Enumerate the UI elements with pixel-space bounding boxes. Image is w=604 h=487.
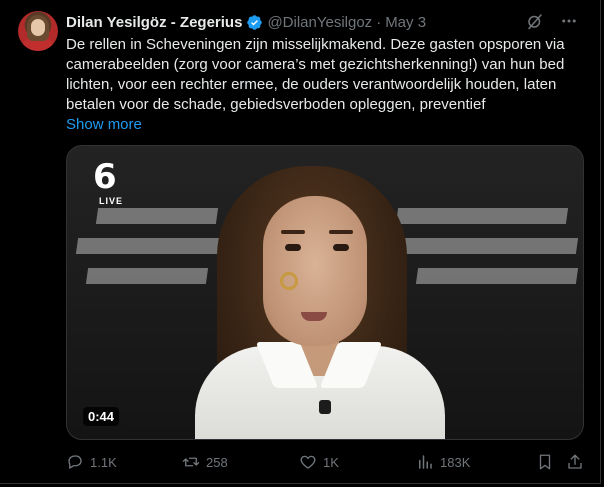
- live-label: LIVE: [99, 196, 124, 206]
- repost-count: 258: [206, 454, 228, 470]
- tweet-header: Dilan Yesilgöz - Zegerius @DilanYesilgoz…: [66, 12, 426, 32]
- bookmark-button[interactable]: [536, 453, 554, 471]
- author-handle[interactable]: @DilanYesilgoz: [267, 14, 372, 31]
- background-stripe: [95, 208, 219, 224]
- avatar[interactable]: [18, 11, 58, 51]
- tweet-top-actions: [526, 12, 578, 30]
- reply-count: 1.1K: [90, 454, 117, 470]
- background-stripe: [85, 268, 209, 284]
- tweet-card[interactable]: Dilan Yesilgöz - Zegerius @DilanYesilgoz…: [0, 0, 601, 484]
- reply-button[interactable]: 1.1K: [66, 453, 117, 471]
- bookmark-icon: [536, 453, 554, 471]
- views-icon: [416, 453, 434, 471]
- more-icon[interactable]: [560, 12, 578, 30]
- share-icon: [566, 453, 584, 471]
- tweet-date[interactable]: May 3: [385, 14, 426, 31]
- person-earring: [280, 272, 298, 290]
- person-face: [263, 196, 367, 346]
- video-player[interactable]: 6 LIVE 0:44: [66, 145, 584, 440]
- tweet-actions: 1.1K 258 1K 183K: [66, 450, 584, 474]
- lapel-microphone: [319, 400, 331, 414]
- person-eye-right: [333, 244, 349, 251]
- avatar-face: [31, 19, 45, 36]
- background-stripe: [385, 238, 579, 254]
- person-brow-right: [329, 230, 353, 234]
- channel-logo: 6: [93, 157, 117, 197]
- reply-icon: [66, 453, 84, 471]
- author-name[interactable]: Dilan Yesilgöz - Zegerius: [66, 14, 242, 31]
- person-eye-left: [285, 244, 301, 251]
- background-stripe: [395, 208, 569, 224]
- like-icon: [299, 453, 317, 471]
- background-stripe: [415, 268, 579, 284]
- person-brow-left: [281, 230, 305, 234]
- views-button[interactable]: 183K: [416, 453, 470, 471]
- show-more-link[interactable]: Show more: [66, 115, 592, 135]
- views-count: 183K: [440, 454, 471, 470]
- separator-dot: ·: [376, 13, 382, 31]
- like-count: 1K: [323, 454, 339, 470]
- video-duration: 0:44: [83, 407, 120, 426]
- share-button[interactable]: [566, 453, 584, 471]
- grok-icon[interactable]: [526, 12, 544, 30]
- tweet-text: De rellen in Scheveningen zijn misselijk…: [66, 36, 565, 113]
- like-button[interactable]: 1K: [299, 453, 339, 471]
- verified-badge-icon[interactable]: [246, 14, 263, 31]
- repost-button[interactable]: 258: [182, 453, 228, 471]
- background-stripe: [75, 238, 229, 254]
- repost-icon: [182, 453, 200, 471]
- tweet-body: De rellen in Scheveningen zijn misselijk…: [66, 35, 592, 135]
